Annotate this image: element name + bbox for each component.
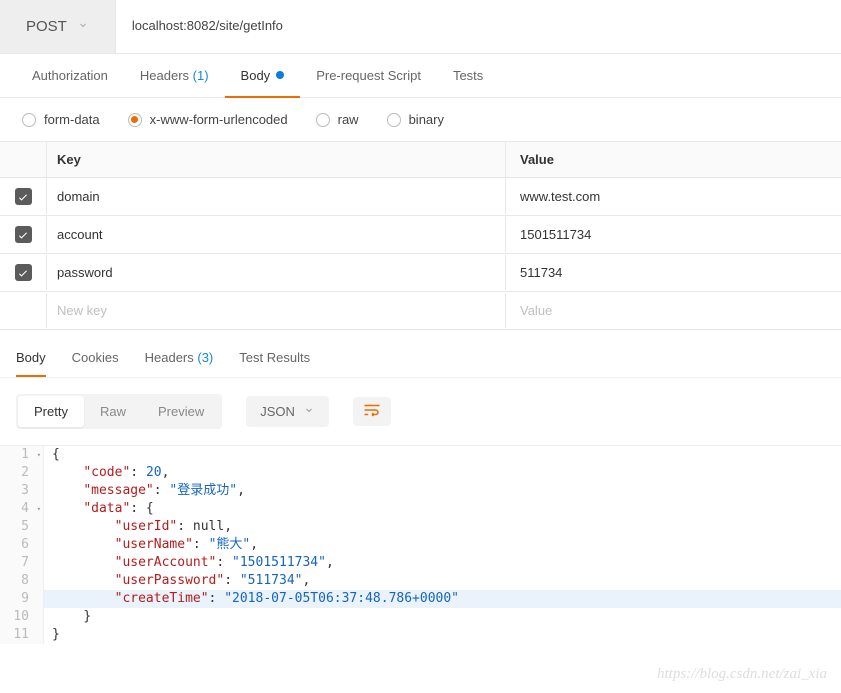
view-raw-button[interactable]: Raw: [84, 396, 142, 427]
radio-binary[interactable]: binary: [387, 112, 444, 127]
chevron-down-icon: [303, 404, 315, 419]
row-checkbox[interactable]: [15, 264, 32, 281]
radio-icon: [128, 113, 142, 127]
row-checkbox[interactable]: [15, 226, 32, 243]
method-select[interactable]: POST: [0, 0, 116, 53]
radio-urlencoded[interactable]: x-www-form-urlencoded: [128, 112, 288, 127]
tab-test-results[interactable]: Test Results: [239, 350, 310, 377]
tab-headers[interactable]: Headers (1): [124, 54, 225, 97]
body-type-selector: form-data x-www-form-urlencoded raw bina…: [0, 98, 841, 141]
format-select[interactable]: JSON: [246, 396, 329, 427]
tab-response-headers[interactable]: Headers (3): [145, 350, 214, 377]
param-value-input[interactable]: www.test.com: [506, 179, 841, 214]
tab-response-body[interactable]: Body: [16, 350, 46, 377]
param-key-input[interactable]: domain: [46, 179, 506, 214]
new-value-input[interactable]: Value: [506, 293, 841, 328]
view-mode-group: Pretty Raw Preview: [16, 394, 222, 429]
table-row-empty: New key Value: [0, 292, 841, 330]
response-body-viewer[interactable]: 1{2 "code": 20,3 "message": "登录成功",4 "da…: [0, 445, 841, 644]
chevron-down-icon: [77, 18, 89, 35]
view-preview-button[interactable]: Preview: [142, 396, 220, 427]
response-tabs: Body Cookies Headers (3) Test Results: [0, 330, 841, 377]
radio-icon: [316, 113, 330, 127]
table-row: account 1501511734: [0, 216, 841, 254]
radio-icon: [22, 113, 36, 127]
param-value-input[interactable]: 1501511734: [506, 217, 841, 252]
param-key-input[interactable]: account: [46, 217, 506, 252]
wrap-icon: [363, 405, 381, 420]
tab-pre-request-script[interactable]: Pre-request Script: [300, 54, 437, 97]
unsaved-dot-icon: [276, 71, 284, 79]
tab-tests[interactable]: Tests: [437, 54, 499, 97]
radio-raw[interactable]: raw: [316, 112, 359, 127]
view-pretty-button[interactable]: Pretty: [18, 396, 84, 427]
tab-authorization[interactable]: Authorization: [16, 54, 124, 97]
table-row: domain www.test.com: [0, 178, 841, 216]
new-key-input[interactable]: New key: [46, 293, 506, 328]
table-row: password 511734: [0, 254, 841, 292]
column-value: Value: [506, 142, 841, 177]
column-key: Key: [46, 142, 506, 177]
wrap-lines-button[interactable]: [353, 397, 391, 426]
request-tabs: Authorization Headers (1) Body Pre-reque…: [0, 54, 841, 98]
params-table: Key Value domain www.test.com account 15…: [0, 141, 841, 330]
url-input[interactable]: localhost:8082/site/getInfo: [116, 0, 841, 53]
response-toolbar: Pretty Raw Preview JSON: [0, 377, 841, 445]
param-key-input[interactable]: password: [46, 255, 506, 290]
tab-cookies[interactable]: Cookies: [72, 350, 119, 377]
tab-body[interactable]: Body: [225, 54, 301, 97]
method-label: POST: [26, 18, 67, 35]
radio-form-data[interactable]: form-data: [22, 112, 100, 127]
row-checkbox[interactable]: [15, 188, 32, 205]
watermark-text: https://blog.csdn.net/zai_xia: [657, 666, 827, 683]
radio-icon: [387, 113, 401, 127]
param-value-input[interactable]: 511734: [506, 255, 841, 290]
